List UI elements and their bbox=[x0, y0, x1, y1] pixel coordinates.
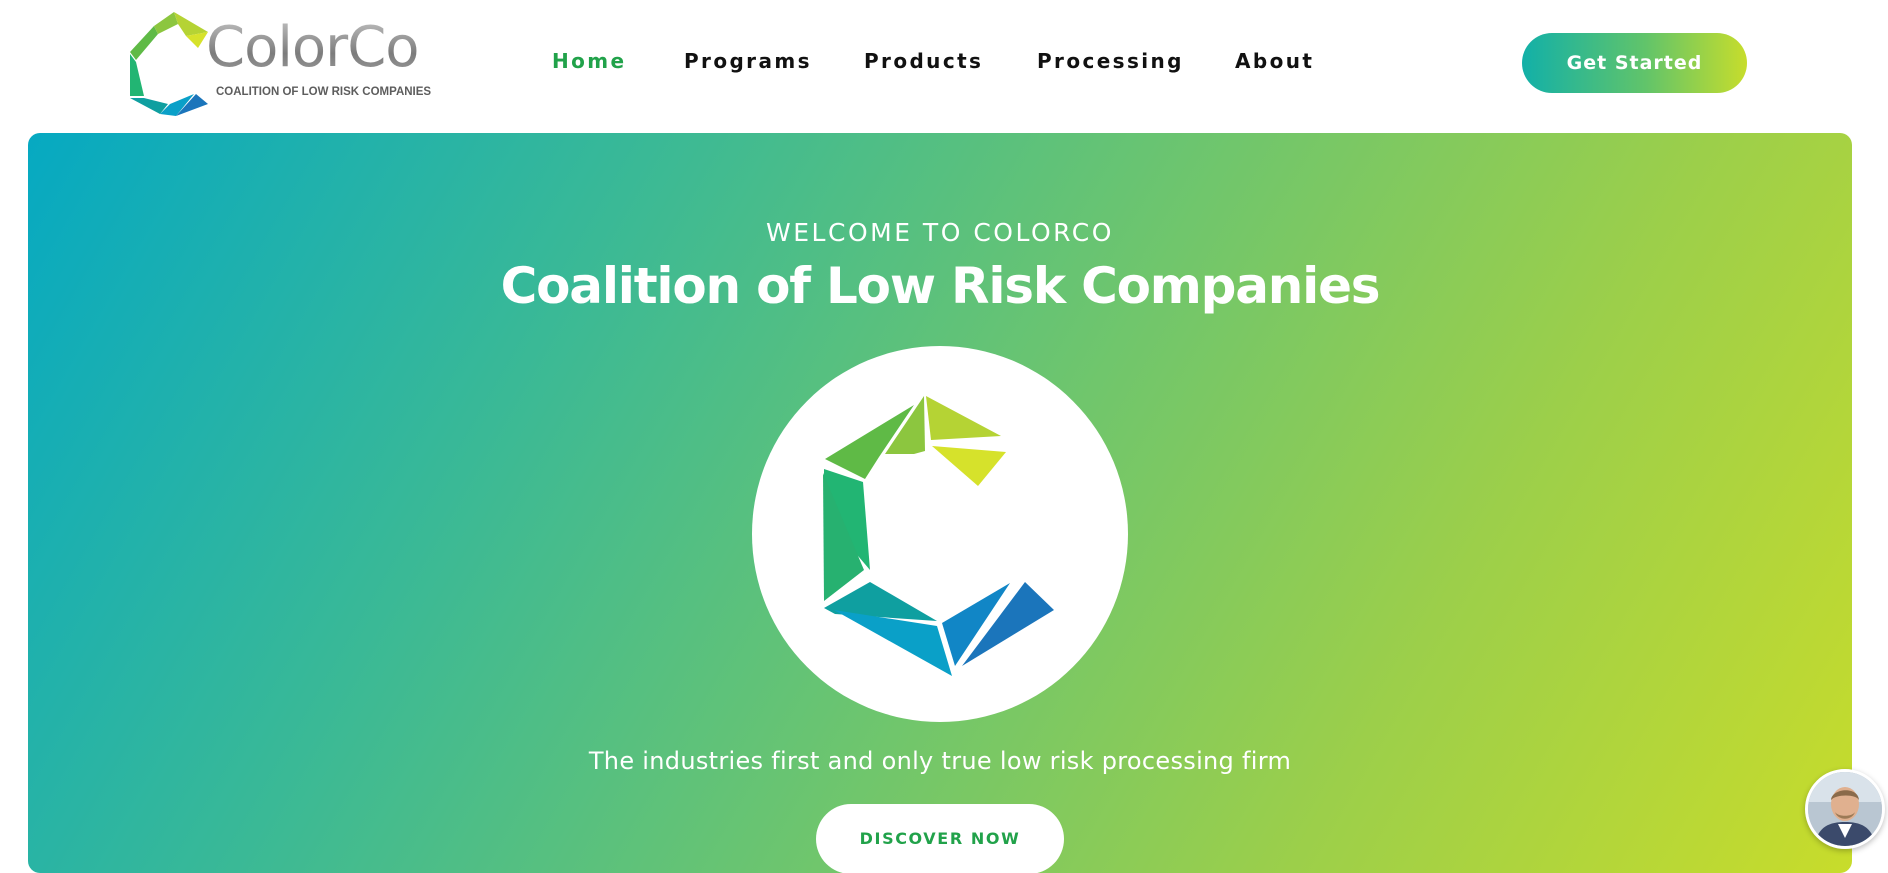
hero-emblem bbox=[752, 346, 1128, 722]
discover-now-button[interactable]: DISCOVER NOW bbox=[816, 804, 1064, 873]
nav-item-about[interactable]: About bbox=[1235, 49, 1314, 73]
colorco-c-mark-icon bbox=[130, 12, 208, 116]
nav-item-home[interactable]: Home bbox=[552, 49, 626, 73]
person-avatar-icon bbox=[1808, 772, 1882, 846]
get-started-button[interactable]: Get Started bbox=[1522, 33, 1747, 93]
hero-tagline: The industries first and only true low r… bbox=[588, 747, 1292, 775]
hero-section: WELCOME TO COLORCO Coalition of Low Risk… bbox=[28, 133, 1852, 873]
colorco-c-mark-icon bbox=[823, 396, 1054, 676]
nav-item-processing[interactable]: Processing bbox=[1037, 49, 1184, 73]
hero-eyebrow: WELCOME TO COLORCO bbox=[766, 218, 1114, 247]
site-header: ColorCo COALITION OF LOW RISK COMPANIES … bbox=[0, 0, 1888, 133]
hero-title: Coalition of Low Risk Companies bbox=[500, 257, 1381, 315]
chat-agent-avatar[interactable] bbox=[1805, 769, 1885, 849]
nav-item-programs[interactable]: Programs bbox=[684, 49, 812, 73]
nav-item-products[interactable]: Products bbox=[864, 49, 983, 73]
logo-wordmark: ColorCo bbox=[206, 15, 420, 80]
logo-tagline: COALITION OF LOW RISK COMPANIES bbox=[216, 86, 432, 98]
colorco-logo[interactable]: ColorCo COALITION OF LOW RISK COMPANIES bbox=[126, 12, 438, 116]
